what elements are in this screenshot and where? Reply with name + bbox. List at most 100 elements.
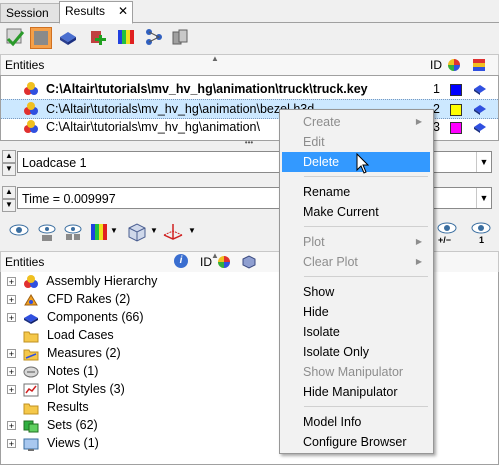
tree-item[interactable]: + CFD Rakes (2) xyxy=(7,290,130,308)
chevron-down-icon[interactable]: ▼ xyxy=(110,226,118,235)
menu-item-model-info[interactable]: Model Info xyxy=(282,412,430,432)
display-mode-icon[interactable] xyxy=(473,82,487,96)
expand-icon[interactable]: + xyxy=(7,421,16,431)
notes-icon xyxy=(23,366,39,378)
axis-icon[interactable] xyxy=(160,221,186,243)
id-column-header[interactable]: ID xyxy=(430,55,442,75)
menu-item-create[interactable]: Create ▶ xyxy=(282,112,430,132)
eye-plus-minus-icon[interactable] xyxy=(436,220,458,236)
entities-header-label: Entities xyxy=(5,58,45,72)
checkmark-open-icon[interactable] xyxy=(5,27,25,47)
menu-item-hide-manipulator[interactable]: Hide Manipulator xyxy=(282,382,430,402)
plot-styles-icon xyxy=(23,383,39,397)
display-mode-icon[interactable] xyxy=(473,120,487,134)
tree-item[interactable]: + Sets (62) xyxy=(7,416,98,434)
menu-item-show-manipulator[interactable]: Show Manipulator xyxy=(282,362,430,382)
file-id: 3 xyxy=(433,120,440,134)
tree-item[interactable]: + Measures (2) xyxy=(7,344,121,362)
layers-icon[interactable] xyxy=(471,57,487,73)
assembly-icon xyxy=(24,274,39,288)
cube-icon[interactable] xyxy=(241,255,257,269)
tree-item[interactable]: + Components (66) xyxy=(7,308,144,326)
submenu-arrow-icon: ▶ xyxy=(415,117,422,126)
chevron-down-icon[interactable]: ▼ xyxy=(150,226,158,235)
tree-header-label: Entities xyxy=(5,255,45,269)
sets-icon xyxy=(23,420,39,433)
menu-item-isolate[interactable]: Isolate xyxy=(282,322,430,342)
color-swatch[interactable] xyxy=(450,84,462,96)
expand-icon[interactable]: + xyxy=(7,367,16,377)
file-id: 1 xyxy=(433,82,440,96)
expand-icon[interactable]: + xyxy=(7,349,16,359)
color-wheel-icon[interactable] xyxy=(447,58,461,72)
tree-item[interactable]: + Assembly Hierarchy xyxy=(7,272,157,290)
expand-icon[interactable]: + xyxy=(7,295,16,305)
close-icon[interactable]: ✕ xyxy=(118,2,128,20)
menu-separator xyxy=(304,276,428,277)
menu-item-rename[interactable]: Rename xyxy=(282,182,430,202)
folder-icon[interactable] xyxy=(30,27,52,49)
menu-item-isolate-only[interactable]: Isolate Only xyxy=(282,342,430,362)
one-icon: 1 xyxy=(479,235,485,245)
color-gradient-icon[interactable] xyxy=(90,222,108,242)
tree-item[interactable]: + Notes (1) xyxy=(7,362,98,380)
id-column-header[interactable]: ID xyxy=(200,252,212,272)
tree-item[interactable]: + Views (1) xyxy=(7,434,99,452)
sort-arrow-icon: ▲ xyxy=(211,54,219,63)
color-wheel-icon[interactable] xyxy=(217,255,231,269)
chevron-down-icon[interactable]: ▼ xyxy=(476,152,491,172)
menu-item-configure-browser[interactable]: Configure Browser xyxy=(282,432,430,452)
cylinders-icon[interactable] xyxy=(170,27,190,47)
transparency-cube-icon[interactable] xyxy=(126,221,148,243)
model-icon[interactable] xyxy=(58,27,78,47)
folder-icon xyxy=(23,331,39,343)
color-swatch[interactable] xyxy=(450,122,462,134)
file-row[interactable]: C:\Altair\tutorials\mv_hv_hg\animation\t… xyxy=(1,80,498,98)
measures-icon xyxy=(23,349,39,361)
tab-session[interactable]: Session xyxy=(0,3,64,22)
menu-item-make-current[interactable]: Make Current xyxy=(282,202,430,222)
model-file-icon xyxy=(24,82,38,95)
tree-item[interactable]: Load Cases xyxy=(7,326,114,344)
time-spin-up[interactable]: ▲ xyxy=(2,186,16,199)
toolbar xyxy=(0,23,499,51)
info-icon[interactable]: i xyxy=(174,254,188,268)
model-file-icon xyxy=(24,102,38,115)
menu-separator xyxy=(304,226,428,227)
expand-icon[interactable]: + xyxy=(7,439,16,449)
file-path: C:\Altair\tutorials\mv_hv_hg\animation\t… xyxy=(46,82,368,96)
expand-icon[interactable]: + xyxy=(7,277,16,287)
chevron-down-icon[interactable]: ▼ xyxy=(476,188,491,208)
display-mode-icon[interactable] xyxy=(473,102,487,116)
eye-icon[interactable] xyxy=(8,222,30,240)
add-results-icon[interactable] xyxy=(88,27,108,47)
plus-minus-icon: +/− xyxy=(438,235,452,245)
menu-separator xyxy=(304,406,428,407)
file-path: C:\Altair\tutorials\mv_hv_hg\animation\b… xyxy=(46,102,315,116)
menu-item-hide[interactable]: Hide xyxy=(282,302,430,322)
chevron-down-icon[interactable]: ▼ xyxy=(188,226,196,235)
tree-item[interactable]: + Plot Styles (3) xyxy=(7,380,125,398)
loadcase-spin-up[interactable]: ▲ xyxy=(2,150,16,163)
color-swatch[interactable] xyxy=(450,104,462,116)
entities-header: Entities ▲ ID xyxy=(0,54,499,76)
expand-icon[interactable]: + xyxy=(7,313,16,323)
eye-one-icon[interactable] xyxy=(470,220,492,236)
menu-item-show[interactable]: Show xyxy=(282,282,430,302)
folder-icon xyxy=(23,403,39,415)
menu-item-edit[interactable]: Edit xyxy=(282,132,430,152)
splitter-grip[interactable]: ••• xyxy=(240,139,258,147)
time-spin-down[interactable]: ▼ xyxy=(2,199,16,212)
network-icon[interactable] xyxy=(144,27,164,47)
components-icon xyxy=(24,313,39,324)
menu-item-plot[interactable]: Plot ▶ xyxy=(282,232,430,252)
tree-item[interactable]: Results xyxy=(7,398,89,416)
tab-results[interactable]: Results ✕ xyxy=(59,1,133,24)
show-all-icon[interactable] xyxy=(36,222,58,242)
model-file-icon xyxy=(24,120,38,133)
loadcase-spin-down[interactable]: ▼ xyxy=(2,163,16,176)
contour-icon[interactable] xyxy=(116,27,136,47)
isolate-icon[interactable] xyxy=(62,222,84,242)
expand-icon[interactable]: + xyxy=(7,385,16,395)
menu-item-clear-plot[interactable]: Clear Plot ▶ xyxy=(282,252,430,272)
